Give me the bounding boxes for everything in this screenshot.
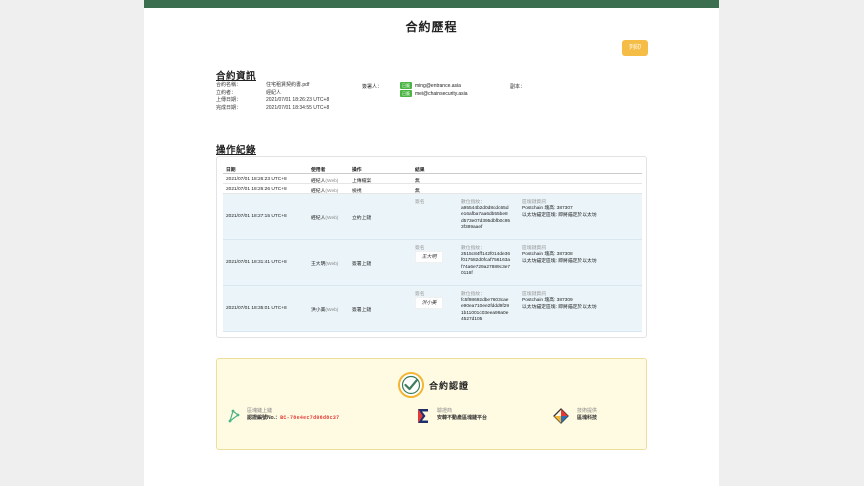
digest-label: 數位指紋：: [461, 246, 485, 251]
table-row-detail: 2021/07/01 18:31:41 UTC+8 王大明(Web) 簽署上鏈 …: [223, 240, 642, 286]
field-party: 立約者： 經紀人: [216, 89, 282, 96]
signer-entry: 已簽 ming@entrance.asia: [400, 82, 461, 89]
contract-info-fields: 合約名稱： 住宅租賃契約書.pdf 立約者： 經紀人 上傳日期： 2021/07/01…: [216, 82, 329, 112]
signer-email: ming@entrance.asia: [415, 82, 461, 89]
table-row: 2021/07/01 18:26:26 UTC+8 經紀人(Web) 檢視 無: [223, 184, 642, 194]
certification-title: 合約認證: [429, 381, 470, 391]
chain-label: 區塊鏈資訊: [522, 246, 546, 251]
digest-value: 2515c84ff142f014de36 f017582d0fcaf756163…: [461, 252, 511, 277]
cert-item-chain: 區塊鏈上鏈 認證編號No.：BC-78e4ec7d06d8c37: [247, 408, 340, 421]
signers-label: 簽署人：: [362, 84, 383, 90]
sigma-icon: [416, 408, 430, 424]
operation-log-card: 日期 使用者 操作 結果 2021/07/01 18:26:23 UTC+8 經…: [216, 156, 647, 338]
digest-value: fc5f98692dbe7603cae e90ea710ee2fddd9f29 …: [461, 298, 510, 323]
table-row-detail: 2021/07/01 18:27:15 UTC+8 經紀人(Web) 立約上鏈 …: [223, 194, 642, 240]
table-row-detail: 2021/07/01 18:35:01 UTC+8 洪小美(Web) 簽署上鏈 …: [223, 286, 642, 332]
table-header: 日期 使用者 操作 結果: [223, 163, 642, 174]
header-date: 日期: [226, 168, 236, 173]
header-user: 使用者: [311, 168, 326, 173]
diamond-icon: [553, 408, 569, 424]
digest-label: 數位指紋：: [461, 200, 485, 205]
chain-info: Postchain 塊高: 387309 以太坊錨定區塊: 即將錨定於以太坊: [522, 298, 597, 310]
signed-badge: 已簽: [400, 90, 412, 97]
contract-history-page: 合約歷程 列印 合約資訊 合約名稱： 住宅租賃契約書.pdf 立約者： 經紀人 上傳…: [144, 0, 719, 486]
signature-label: 簽名: [415, 246, 425, 251]
signer-email: mei@chainsecurity.asia: [415, 90, 468, 97]
digest-value: a95544b2d0d8cdc65d e16afba7aa6db55be8 d5…: [461, 206, 511, 231]
operation-log-table: 日期 使用者 操作 結果 2021/07/01 18:26:23 UTC+8 經…: [223, 163, 642, 332]
field-complete-date: 完成日期： 2021/07/01 18:34:55 UTC+8: [216, 104, 330, 111]
chain-label: 區塊鏈資訊: [522, 200, 546, 205]
top-bar: [144, 0, 719, 8]
signature-image: 王大明: [415, 251, 443, 263]
table-row: 2021/07/01 18:26:23 UTC+8 經紀人(Web) 上傳檔案 …: [223, 174, 642, 184]
operation-log-title: 操作紀錄: [216, 145, 257, 156]
certification-seal-icon: [397, 371, 425, 399]
certification-card: 合約認證 區塊鏈上鏈 認證編號No.：BC-78e4ec7d06d8c37 驗證…: [216, 358, 647, 450]
chain-info: Postchain 塊高: 387308 以太坊錨定區塊: 即將錨定於以太坊: [522, 252, 597, 264]
signer-entry: 已簽 mei@chainsecurity.asia: [400, 90, 468, 97]
field-upload-date: 上傳日期： 2021/07/01 18:26:23 UTC+8: [216, 97, 330, 103]
copies-label: 副本：: [510, 84, 526, 90]
signature-label: 簽名: [415, 200, 425, 205]
cert-item-verifier: 驗證商 安韓不動產區塊鏈平台: [437, 408, 488, 421]
field-contract-name: 合約名稱： 住宅租賃契約書.pdf: [216, 82, 310, 88]
contract-info-title: 合約資訊: [216, 71, 257, 82]
print-button[interactable]: 列印: [622, 40, 648, 56]
signature-image: 洪小美: [415, 297, 443, 309]
page-title: 合約歷程: [405, 20, 458, 34]
chain-info: Postchain 塊高: 387307 以太坊錨定區塊: 即將錨定於以太坊: [522, 206, 597, 218]
chain-upload-icon: [227, 409, 241, 423]
signed-badge: 已簽: [400, 82, 412, 89]
header-operation: 操作: [352, 168, 362, 173]
chain-label: 區塊鏈資訊: [522, 292, 546, 297]
header-result: 結果: [415, 168, 425, 173]
cert-item-tech: 技術提供 區塊科技: [577, 408, 598, 421]
certification-id: BC-78e4ec7d06d8c37: [280, 415, 340, 421]
signature-label: 簽名: [415, 292, 425, 297]
digest-label: 數位指紋：: [461, 292, 485, 297]
